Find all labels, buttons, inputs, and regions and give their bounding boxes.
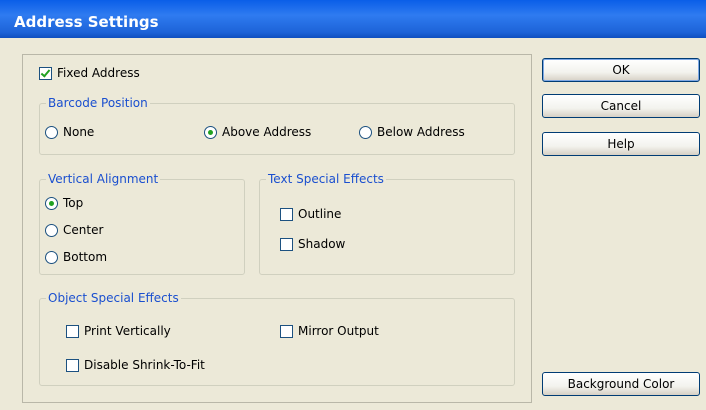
background-color-button[interactable]: Background Color xyxy=(542,372,700,396)
radio-selected-icon[interactable] xyxy=(45,196,58,210)
checkbox-icon[interactable] xyxy=(280,207,293,221)
align-top-radio[interactable]: Top xyxy=(45,195,83,211)
print-vertically-label: Print Vertically xyxy=(84,324,171,338)
ok-button[interactable]: OK xyxy=(542,58,700,82)
barcode-above-address-radio[interactable]: Above Address xyxy=(204,124,311,140)
vertical-alignment-legend: Vertical Alignment xyxy=(46,172,161,186)
barcode-below-address-label: Below Address xyxy=(377,125,465,139)
disable-shrink-to-fit-checkbox[interactable]: Disable Shrink-To-Fit xyxy=(66,357,205,373)
radio-selected-icon[interactable] xyxy=(204,125,217,139)
fixed-address-checkbox[interactable]: Fixed Address xyxy=(39,65,140,81)
checkbox-icon[interactable] xyxy=(66,358,79,372)
title-bar[interactable]: Address Settings xyxy=(0,0,706,38)
shadow-checkbox[interactable]: Shadow xyxy=(280,236,345,252)
disable-shrink-to-fit-label: Disable Shrink-To-Fit xyxy=(84,358,205,372)
barcode-none-label: None xyxy=(63,125,95,139)
mirror-output-label: Mirror Output xyxy=(298,324,379,338)
align-bottom-label: Bottom xyxy=(63,250,108,264)
barcode-above-address-label: Above Address xyxy=(222,125,312,139)
shadow-label: Shadow xyxy=(298,237,346,251)
window-title: Address Settings xyxy=(14,13,159,31)
align-center-label: Center xyxy=(63,223,104,237)
text-special-effects-group: Text Special Effects Outline Shadow xyxy=(259,172,515,275)
barcode-below-address-radio[interactable]: Below Address xyxy=(359,124,465,140)
checkbox-icon[interactable] xyxy=(280,324,293,338)
print-vertically-checkbox[interactable]: Print Vertically xyxy=(66,323,171,339)
fixed-address-check-icon[interactable] xyxy=(39,66,52,80)
fixed-address-label: Fixed Address xyxy=(57,66,140,80)
cancel-button[interactable]: Cancel xyxy=(542,94,700,118)
mirror-output-checkbox[interactable]: Mirror Output xyxy=(280,323,379,339)
barcode-none-radio[interactable]: None xyxy=(45,124,94,140)
checkbox-icon[interactable] xyxy=(280,237,293,251)
barcode-position-legend: Barcode Position xyxy=(46,96,150,110)
radio-icon[interactable] xyxy=(359,125,372,139)
settings-panel: Fixed Address Barcode Position None Abov… xyxy=(22,54,532,403)
align-bottom-radio[interactable]: Bottom xyxy=(45,249,107,265)
outline-checkbox[interactable]: Outline xyxy=(280,206,341,222)
outline-label: Outline xyxy=(298,207,342,221)
object-special-effects-legend: Object Special Effects xyxy=(46,291,181,305)
object-special-effects-group: Object Special Effects Print Vertically … xyxy=(39,291,515,386)
checkbox-icon[interactable] xyxy=(66,324,79,338)
barcode-position-group: Barcode Position None Above Address Belo… xyxy=(39,96,515,155)
text-special-effects-legend: Text Special Effects xyxy=(266,172,386,186)
align-top-label: Top xyxy=(63,196,84,210)
radio-icon[interactable] xyxy=(45,250,58,264)
radio-icon[interactable] xyxy=(45,125,58,139)
vertical-alignment-group: Vertical Alignment Top Center Bottom xyxy=(39,172,245,275)
radio-icon[interactable] xyxy=(45,223,58,237)
help-button[interactable]: Help xyxy=(542,132,700,156)
align-center-radio[interactable]: Center xyxy=(45,222,103,238)
